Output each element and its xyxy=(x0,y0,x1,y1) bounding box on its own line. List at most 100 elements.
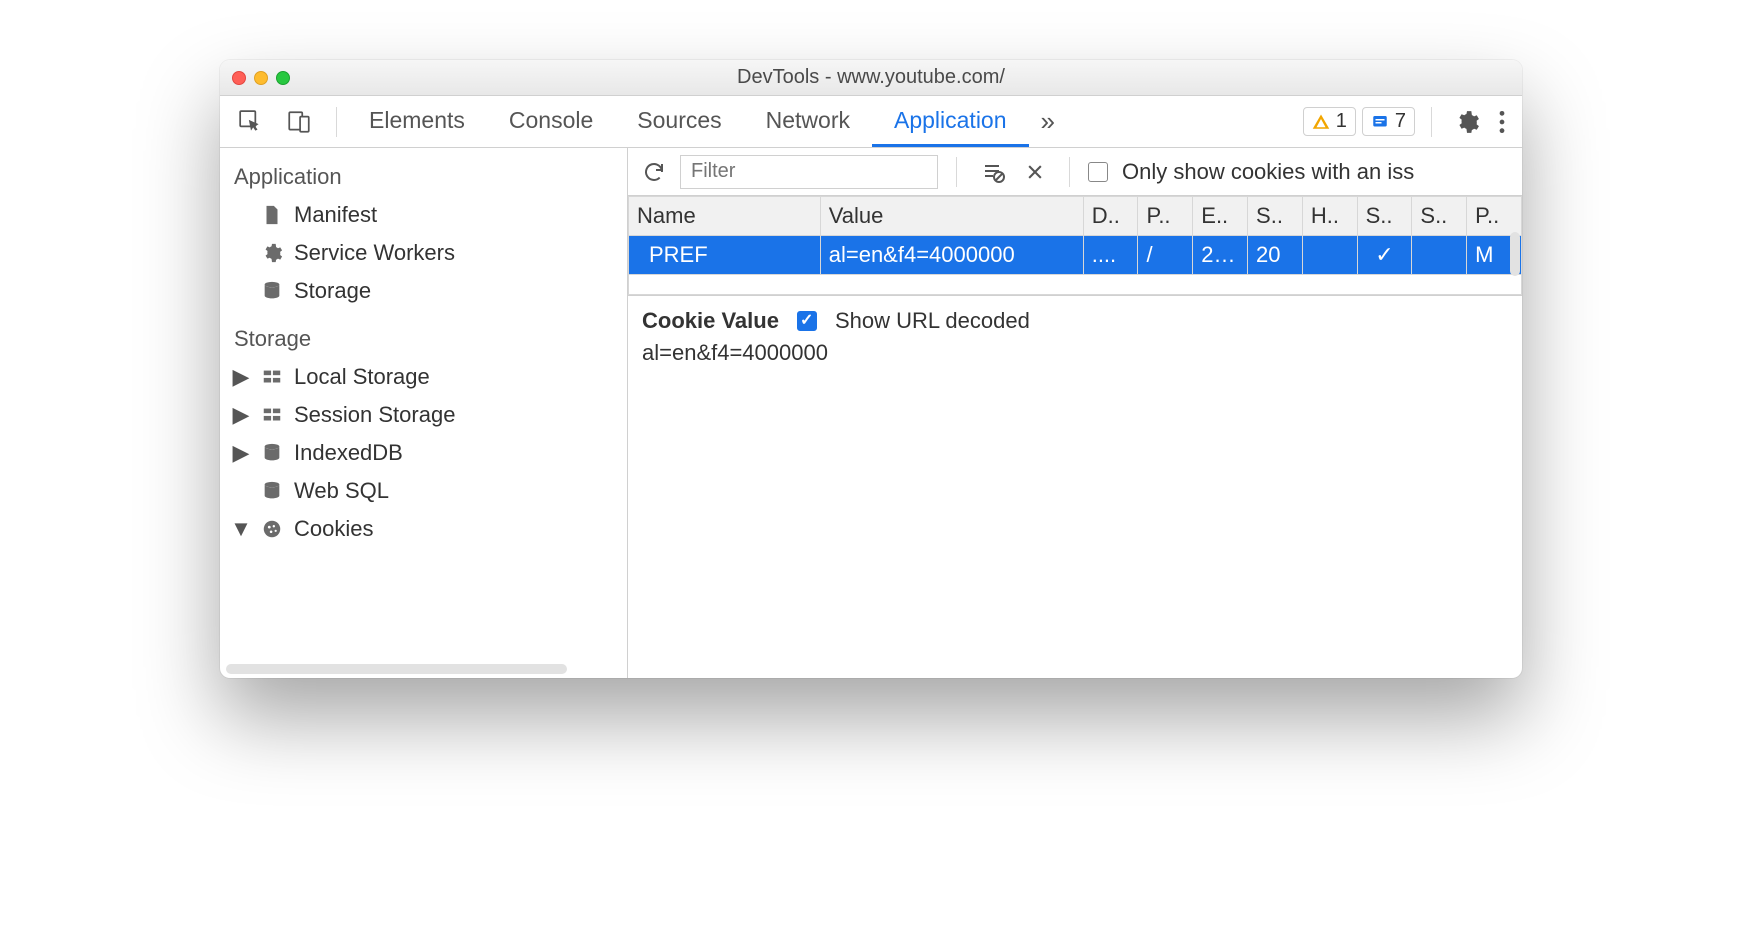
panel-body: Application Manifest Service Workers Sto… xyxy=(220,148,1522,678)
sidebar-item-session-storage[interactable]: ▶ Session Storage xyxy=(220,396,627,434)
cell-path: / xyxy=(1138,236,1193,275)
sidebar-item-local-storage[interactable]: ▶ Local Storage xyxy=(220,358,627,396)
blank-icon xyxy=(236,478,246,504)
devtools-window: DevTools - www.youtube.com/ Elements Con… xyxy=(220,60,1522,678)
kebab-icon xyxy=(1498,109,1506,135)
sidebar-item-label: Service Workers xyxy=(294,240,455,266)
separator xyxy=(336,107,337,137)
gear-icon xyxy=(1454,109,1480,135)
table-row[interactable]: PREF al=en&f4=4000000 .... / 2… 20 ✓ M xyxy=(629,236,1522,275)
cookie-details: Cookie Value Show URL decoded al=en&f4=4… xyxy=(628,296,1522,378)
database-icon xyxy=(260,280,284,302)
chevron-right-icon: ▶ xyxy=(236,440,246,466)
warning-icon xyxy=(1312,113,1330,131)
warnings-count: 1 xyxy=(1336,110,1347,133)
col-domain[interactable]: D.. xyxy=(1083,197,1138,236)
sidebar-group-storage: Storage xyxy=(220,310,627,358)
only-issues-checkbox[interactable] xyxy=(1088,162,1108,182)
device-toolbar-icon[interactable] xyxy=(280,103,318,141)
sidebar-item-label: Session Storage xyxy=(294,402,455,428)
table-icon xyxy=(260,404,284,426)
table-row[interactable] xyxy=(629,275,1522,295)
cookie-value-text: al=en&f4=4000000 xyxy=(642,340,1508,366)
cell-name: PREF xyxy=(629,236,821,275)
sidebar-item-cookies[interactable]: ▼ Cookies xyxy=(220,510,627,548)
delete-selected-button[interactable] xyxy=(1019,156,1051,188)
messages-badge[interactable]: 7 xyxy=(1362,107,1415,136)
table-icon xyxy=(260,366,284,388)
close-icon xyxy=(1025,162,1045,182)
close-icon[interactable] xyxy=(232,71,246,85)
panel-tabs-toolbar: Elements Console Sources Network Applica… xyxy=(220,96,1522,148)
database-icon xyxy=(260,442,284,464)
sidebar-item-label: Storage xyxy=(294,278,371,304)
titlebar: DevTools - www.youtube.com/ xyxy=(220,60,1522,96)
separator xyxy=(956,157,957,187)
cell-expires: 2… xyxy=(1193,236,1248,275)
sidebar-item-label: Web SQL xyxy=(294,478,389,504)
messages-count: 7 xyxy=(1395,110,1406,133)
chevron-right-icon: ▶ xyxy=(236,364,246,390)
tab-application[interactable]: Application xyxy=(872,96,1029,147)
cookies-toolbar: Only show cookies with an iss xyxy=(628,148,1522,196)
cell-value: al=en&f4=4000000 xyxy=(820,236,1083,275)
col-priority[interactable]: P.. xyxy=(1467,197,1522,236)
sidebar-item-web-sql[interactable]: Web SQL xyxy=(220,472,627,510)
refresh-button[interactable] xyxy=(636,154,672,190)
separator xyxy=(1431,107,1432,137)
sidebar-item-label: Cookies xyxy=(294,516,373,542)
show-decoded-label: Show URL decoded xyxy=(835,308,1030,334)
col-httponly[interactable]: H.. xyxy=(1302,197,1357,236)
kebab-menu-button[interactable] xyxy=(1492,103,1512,141)
tab-console[interactable]: Console xyxy=(487,96,615,147)
clear-all-button[interactable] xyxy=(975,154,1011,190)
show-decoded-checkbox[interactable] xyxy=(797,311,817,331)
cell-secure: ✓ xyxy=(1357,236,1412,275)
col-value[interactable]: Value xyxy=(820,197,1083,236)
clear-list-icon xyxy=(981,160,1005,184)
separator xyxy=(1069,157,1070,187)
application-sidebar: Application Manifest Service Workers Sto… xyxy=(220,148,628,678)
window-title: DevTools - www.youtube.com/ xyxy=(220,66,1522,89)
cell-size: 20 xyxy=(1248,236,1303,275)
sidebar-item-service-workers[interactable]: Service Workers xyxy=(220,234,627,272)
gear-icon xyxy=(260,242,284,264)
sidebar-item-label: Manifest xyxy=(294,202,377,228)
sidebar-item-label: Local Storage xyxy=(294,364,430,390)
cookies-panel: Only show cookies with an iss Name Value… xyxy=(628,148,1522,678)
cell-domain: .... xyxy=(1083,236,1138,275)
table-header-row: Name Value D.. P.. E.. S.. H.. S.. S.. P… xyxy=(629,197,1522,236)
cell-samesite xyxy=(1412,236,1467,275)
chevron-right-icon: ▶ xyxy=(236,402,246,428)
sidebar-item-indexeddb[interactable]: ▶ IndexedDB xyxy=(220,434,627,472)
chevron-down-icon: ▼ xyxy=(236,516,246,542)
maximize-icon[interactable] xyxy=(276,71,290,85)
tab-sources[interactable]: Sources xyxy=(615,96,743,147)
warnings-badge[interactable]: 1 xyxy=(1303,107,1356,136)
col-size[interactable]: S.. xyxy=(1248,197,1303,236)
database-icon xyxy=(260,480,284,502)
window-controls xyxy=(232,71,290,85)
sidebar-scrollbar[interactable] xyxy=(226,664,567,674)
refresh-icon xyxy=(642,160,666,184)
table-scrollbar[interactable] xyxy=(1510,232,1520,276)
only-issues-label: Only show cookies with an iss xyxy=(1122,159,1414,185)
col-name[interactable]: Name xyxy=(629,197,821,236)
settings-button[interactable] xyxy=(1448,103,1486,141)
filter-input[interactable] xyxy=(680,155,938,189)
minimize-icon[interactable] xyxy=(254,71,268,85)
message-icon xyxy=(1371,113,1389,131)
sidebar-group-application: Application xyxy=(220,148,627,196)
tab-network[interactable]: Network xyxy=(744,96,872,147)
more-tabs-button[interactable]: » xyxy=(1029,106,1067,137)
col-samesite[interactable]: S.. xyxy=(1412,197,1467,236)
sidebar-item-storage[interactable]: Storage xyxy=(220,272,627,310)
tab-elements[interactable]: Elements xyxy=(347,96,487,147)
col-expires[interactable]: E.. xyxy=(1193,197,1248,236)
sidebar-item-manifest[interactable]: Manifest xyxy=(220,196,627,234)
file-icon xyxy=(260,204,284,226)
sidebar-item-label: IndexedDB xyxy=(294,440,403,466)
col-secure[interactable]: S.. xyxy=(1357,197,1412,236)
col-path[interactable]: P.. xyxy=(1138,197,1193,236)
inspect-element-icon[interactable] xyxy=(232,103,270,141)
